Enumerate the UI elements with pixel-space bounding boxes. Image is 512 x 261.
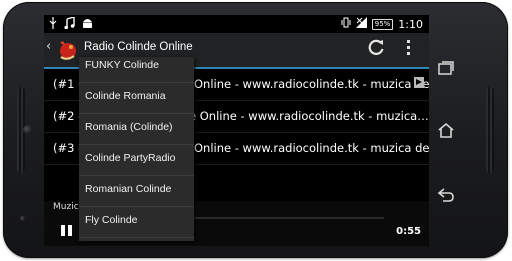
signal-icon — [355, 17, 367, 31]
overflow-menu-icon[interactable] — [407, 40, 410, 55]
list-item-number: (#1 - — [53, 77, 83, 91]
navigation-bar — [431, 2, 508, 258]
play-icon[interactable] — [414, 77, 424, 88]
recent-apps-icon[interactable] — [438, 60, 454, 79]
clock-time: 1:10 — [398, 17, 423, 31]
dropdown-item[interactable]: Colinde PartyRadio — [79, 144, 194, 176]
station-dropdown: FUNKY Colinde Colinde Romania Romania (C… — [79, 57, 194, 241]
refresh-icon[interactable] — [366, 37, 386, 57]
list-item-text: Online - www.radiocolinde.tk - muzica de… — [194, 141, 429, 155]
dropdown-item[interactable]: Romania (Colinde) — [79, 113, 194, 145]
status-bar: 95% 1:10 — [44, 15, 429, 33]
sensor-dot — [20, 216, 25, 221]
list-item-text: e Online - www.radiocolinde.tk - muzica… — [189, 109, 429, 123]
battery-indicator: 95% — [371, 18, 394, 30]
station-spinner-title[interactable]: Radio Colinde Online — [84, 41, 193, 53]
list-item-number: (#3 - — [53, 141, 83, 155]
back-icon[interactable] — [437, 187, 455, 206]
screen: 95% 1:10 ‹ Radio Colinde Online (#1 - On… — [44, 15, 429, 246]
app-icon[interactable] — [55, 37, 79, 61]
front-camera — [23, 125, 32, 134]
elapsed-time: 0:55 — [396, 226, 421, 237]
android-icon — [82, 17, 93, 32]
pause-icon[interactable] — [61, 225, 73, 236]
now-playing-label: Muzic — [53, 202, 79, 212]
dropdown-item-label: Romanian Colinde — [85, 183, 172, 195]
home-icon[interactable] — [437, 122, 455, 142]
dropdown-item[interactable]: Romanian Colinde — [79, 175, 194, 207]
dropdown-item-label: Colinde Romania — [85, 90, 166, 102]
back-chevron-icon[interactable]: ‹ — [46, 39, 51, 54]
list-item-text: Online - www.radiocolinde.tk - muzica de… — [194, 77, 429, 91]
dropdown-item-label: FUNKY Colinde — [85, 59, 159, 71]
list-item-number: (#2 - — [53, 109, 83, 123]
usb-icon — [49, 17, 57, 32]
dropdown-item-label: Fly Colinde — [85, 214, 138, 226]
dropdown-item[interactable]: Colinde Romania — [79, 82, 194, 114]
dropdown-item[interactable]: Fly Colinde — [79, 206, 194, 238]
dropdown-item[interactable]: FUNKY Colinde — [79, 57, 194, 83]
dropdown-item-label: Romania (Colinde) — [85, 121, 173, 133]
phone-frame: 95% 1:10 ‹ Radio Colinde Online (#1 - On… — [3, 2, 508, 258]
dropdown-item-label: Colinde PartyRadio — [85, 152, 176, 164]
vibrate-icon — [341, 17, 351, 31]
music-icon — [64, 16, 75, 32]
speaker-grille-right — [486, 87, 494, 173]
